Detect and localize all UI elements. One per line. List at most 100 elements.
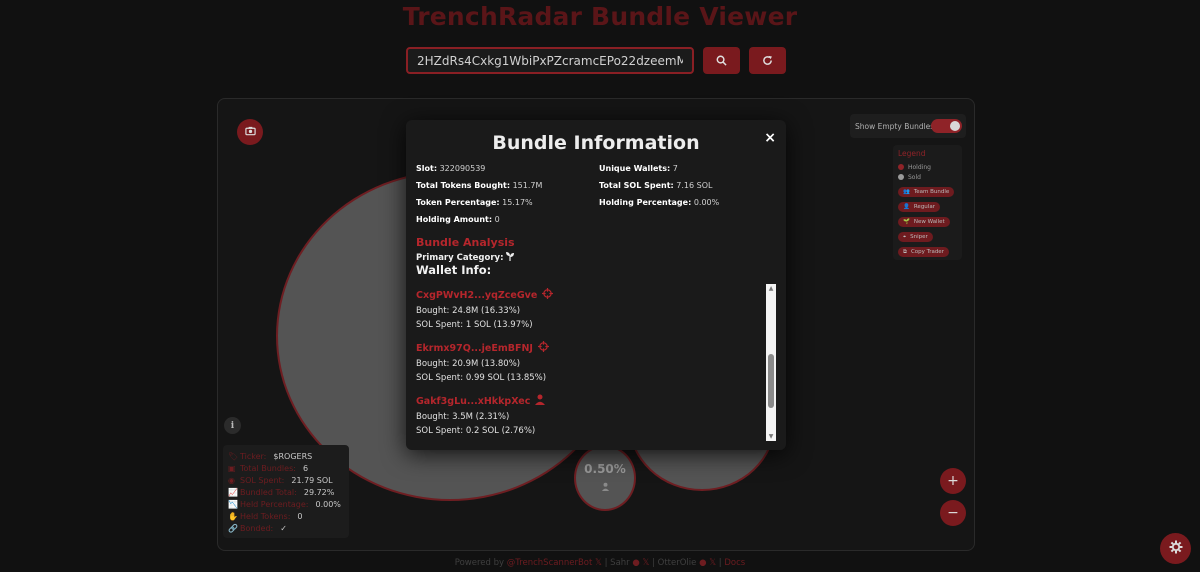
bubble-percentage: 0.50% [584,461,626,476]
plus-icon: + [947,473,959,489]
legend-copy-trader[interactable]: ⧉ Copy Trader [898,247,949,257]
zoom-out-button[interactable]: − [940,500,966,526]
x-icon[interactable]: 𝕏 [595,558,602,568]
held-pct-value: 0.00% [315,499,341,509]
footer-author-sahr: Sahr [610,558,630,568]
footer-bot-link[interactable]: @TrenchScannerBot [507,558,593,568]
modal-scrollbar[interactable]: ▲ ▼ [766,284,776,441]
holding-amount-stat: Holding Amount: 0 [416,215,500,224]
token-pct-label: Token Percentage: [416,198,500,207]
bundled-total-row: 📈 Bundled Total: 29.72% [228,486,344,498]
holding-dot-icon [898,164,904,170]
show-empty-toggle-container: Show Empty Bundles [850,114,966,138]
legend-category-label: Team Bundle [913,189,950,195]
held-pct-label: Held Percentage: [240,499,309,509]
wallet-entry: Ekrmx97Q...jeEmBFNJ Bought: 20.9M (13.80… [416,341,549,383]
tokens-bought-stat: Total Tokens Bought: 151.7M [416,181,542,190]
x-icon[interactable]: 𝕏 [709,558,716,568]
seedling-icon [505,251,515,264]
users-icon: 👥 [903,189,910,195]
telegram-icon[interactable]: ● [632,558,639,568]
held-percentage-row: 📉 Held Percentage: 0.00% [228,498,344,510]
legend-sniper[interactable]: ⌖ Sniper [898,232,933,242]
wallet-bought: Bought: 3.5M (2.31%) [416,412,510,422]
refresh-button[interactable] [749,47,786,74]
modal-title: Bundle Information [492,132,700,154]
seedling-icon: 🌱 [903,219,910,225]
toggle-knob [950,121,960,131]
bonded-value: ✓ [280,523,287,533]
bundle-bubble-small[interactable]: 0.50% [574,445,636,511]
tokens-value: 151.7M [512,181,543,190]
info-button[interactable]: i [224,417,241,434]
info-icon: i [230,420,235,431]
footer-powered-by: Powered by [454,558,505,568]
legend-category-label: Copy Trader [910,249,944,255]
bundles-label: Total Bundles: [240,463,296,473]
legend: Legend Holding Sold 👥 Team Bundle 👤 Regula… [893,145,962,260]
holding-pct-label: Holding Percentage: [599,198,692,207]
footer-docs-link[interactable]: Docs [724,558,745,568]
legend-item-holding: Holding [898,162,957,172]
close-button[interactable]: × [764,130,776,146]
sol-label: SOL Spent: [240,475,285,485]
page-title: TrenchRadar Bundle Viewer [402,2,798,31]
scroll-up-icon[interactable]: ▲ [767,285,775,292]
wallet-sol-spent: SOL Spent: 1 SOL (13.97%) [416,320,533,330]
show-empty-toggle[interactable] [931,119,962,133]
user-icon [535,394,546,408]
copy-icon: ⧉ [903,248,907,255]
legend-regular[interactable]: 👤 Regular [898,202,940,212]
holding-pct-value: 0.00% [693,198,720,207]
slot-stat: Slot: 322090539 [416,164,485,173]
unique-wallets-stat: Unique Wallets: 7 [599,164,678,173]
show-empty-label: Show Empty Bundles [855,121,935,131]
scroll-thumb[interactable] [768,354,774,408]
scroll-down-icon[interactable]: ▼ [767,433,775,440]
legend-category-label: Regular [913,204,935,210]
wallet-entry: CxgPWvH2...yqZceGve Bought: 24.8M (16.33… [416,288,554,330]
ticker-label: Ticker: [240,451,267,461]
bundled-value: 29.72% [303,487,335,497]
settings-button[interactable] [1160,533,1191,564]
wallet-sol-spent: SOL Spent: 0.99 SOL (13.85%) [416,373,547,383]
camera-icon [244,124,256,140]
zoom-in-button[interactable]: + [940,468,966,494]
wallet-bought: Bought: 24.8M (16.33%) [416,306,521,316]
user-icon: 👤 [903,204,910,210]
ticker-row: 🏷 Ticker: $ROGERS [228,450,344,462]
footer-separator: | [718,558,722,568]
token-info-panel: 🏷 Ticker: $ROGERS ▣ Total Bundles: 6 ◉ S… [223,445,349,538]
search-button[interactable] [703,47,740,74]
token-address-input[interactable] [406,47,694,74]
link-icon: 🔗 [228,524,238,533]
coin-icon: ◉ [228,476,235,485]
sol-spent-stat: Total SOL Spent: 7.16 SOL [599,181,712,190]
sol-label: Total SOL Spent: [599,181,674,190]
legend-new-wallet[interactable]: 🌱 New Wallet [898,217,950,227]
refresh-icon [762,51,773,70]
crosshair-icon: ⌖ [903,233,907,240]
wallet-address-link[interactable]: CxgPWvH2...yqZceGve [416,290,537,301]
token-pct-value: 15.17% [502,198,533,207]
crosshair-icon [537,341,549,355]
crosshair-icon [542,288,554,302]
holding-amt-value: 0 [494,215,500,224]
x-icon[interactable]: 𝕏 [643,558,650,568]
legend-team-bundle[interactable]: 👥 Team Bundle [898,187,955,197]
bundle-info-modal: Bundle Information × Slot: 322090539 Uni… [406,120,786,450]
wallet-address-link[interactable]: Gakf3gLu...xHkkpXec [416,396,530,407]
legend-label: Holding [908,163,931,171]
wallet-entry: Gakf3gLu...xHkkpXec Bought: 3.5M (2.31%)… [416,394,546,436]
sol-row: ◉ SOL Spent: 21.79 SOL [228,474,344,486]
hand-icon: ✋ [228,512,238,521]
bundled-label: Bundled Total: [240,487,297,497]
telegram-icon[interactable]: ● [699,558,706,568]
wallet-address-link[interactable]: Ekrmx97Q...jeEmBFNJ [416,343,533,354]
sol-value: 7.16 SOL [676,181,713,190]
bundle-analysis-title: Bundle Analysis [416,236,515,249]
sold-dot-icon [898,174,904,180]
search-icon [716,51,727,70]
chart-line-icon: 📉 [228,500,238,509]
screenshot-button[interactable] [237,119,263,145]
